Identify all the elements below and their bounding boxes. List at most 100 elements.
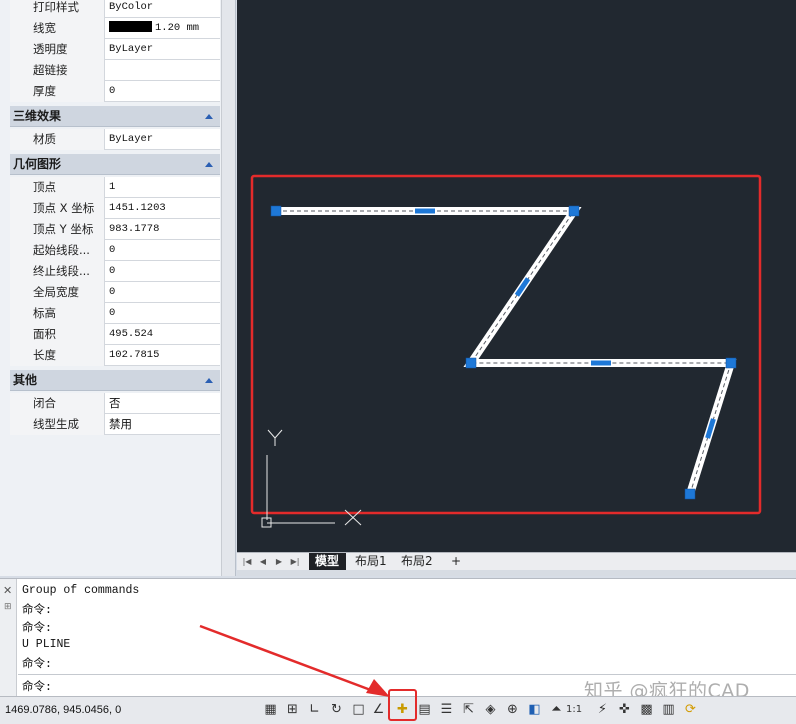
vertex-grip[interactable] <box>270 205 282 217</box>
collapse-icon[interactable] <box>205 114 213 119</box>
property-name: 闭合 <box>10 393 105 414</box>
vertex-grip[interactable] <box>684 488 696 500</box>
property-row[interactable]: 线型生成 禁用 <box>10 414 220 435</box>
property-value[interactable]: 495.524 <box>106 324 220 345</box>
property-value[interactable]: 0 <box>106 303 220 324</box>
section-title: 其他 <box>13 373 38 387</box>
calculator-icon[interactable]: ▥ <box>660 701 677 718</box>
property-row[interactable]: 透明度 ByLayer <box>10 39 220 60</box>
drawing-canvas[interactable] <box>237 0 796 552</box>
property-name: 透明度 <box>10 39 105 60</box>
drawing-svg[interactable] <box>237 0 796 552</box>
object-snap-tracking-icon[interactable]: ∠ <box>370 701 387 718</box>
properties-scrollbar[interactable] <box>221 0 235 576</box>
property-row[interactable]: 顶点 X 坐标 1451.1203 <box>10 198 220 219</box>
property-value[interactable]: 否 <box>106 393 220 414</box>
property-value[interactable]: 禁用 <box>106 414 220 435</box>
property-value[interactable]: 983.1778 <box>106 219 220 240</box>
property-value[interactable] <box>106 60 220 81</box>
command-history-line: 命令: <box>22 620 52 634</box>
property-row[interactable]: 超链接 <box>10 60 220 81</box>
annotation-scale-icon[interactable]: ⏶ <box>548 701 565 718</box>
property-row[interactable]: 终止线段... 0 <box>10 261 220 282</box>
property-section-header[interactable]: 几何图形 <box>10 154 220 175</box>
selected-polyline[interactable] <box>276 207 737 496</box>
property-value[interactable]: 0 <box>106 240 220 261</box>
viewport-icon[interactable]: ◧ <box>526 701 543 718</box>
canvas-horizontal-scrollbar[interactable] <box>237 570 796 576</box>
command-history-line: 命令: <box>22 602 52 616</box>
pin-icon[interactable]: ⊞ <box>4 601 12 612</box>
grid-display-icon[interactable]: ▦ <box>262 701 279 718</box>
annotation-scale-value[interactable]: 1:1 <box>566 701 582 718</box>
dynamic-input-icon[interactable]: ▤ <box>416 701 433 718</box>
tab-layout1[interactable]: 布局1 <box>349 553 394 570</box>
vertex-grip[interactable] <box>465 357 477 369</box>
property-row[interactable]: 长度 102.7815 <box>10 345 220 366</box>
close-icon[interactable]: ✕ <box>3 584 12 597</box>
property-row[interactable]: 材质 ByLayer <box>10 129 220 150</box>
properties-palette: 打印样式 ByColor 线宽 1.20 mm 透明度 ByLayer 超链接 厚度 0 三维效果… <box>0 0 236 576</box>
property-value[interactable]: ByLayer <box>106 39 220 60</box>
property-row[interactable]: 起始线段... 0 <box>10 240 220 261</box>
command-window-side-bar: ✕ ⊞ <box>0 579 17 697</box>
prev-tab-icon[interactable]: ◀ <box>257 556 269 568</box>
property-value[interactable]: 102.7815 <box>106 345 220 366</box>
property-name: 材质 <box>10 129 105 150</box>
first-tab-icon[interactable]: |◀ <box>241 556 253 568</box>
collapse-icon[interactable] <box>205 162 213 167</box>
property-row[interactable]: 顶点 Y 坐标 983.1778 <box>10 219 220 240</box>
property-value[interactable]: 0 <box>106 282 220 303</box>
property-name: 线宽 <box>10 18 105 39</box>
property-row[interactable]: 厚度 0 <box>10 81 220 102</box>
property-name: 厚度 <box>10 81 105 102</box>
property-value[interactable]: ByColor <box>106 0 220 18</box>
midpoint-grip[interactable] <box>591 360 611 366</box>
property-value[interactable]: 0 <box>106 81 220 102</box>
lineweight-swatch <box>109 21 152 32</box>
layers-icon[interactable]: ◈ <box>482 701 499 718</box>
tab-layout2[interactable]: 布局2 <box>395 553 440 570</box>
command-history-line: 命令: <box>22 656 52 670</box>
auto-scale-icon[interactable]: ✜ <box>616 701 633 718</box>
tab-model[interactable]: 模型 <box>309 553 347 570</box>
property-row[interactable]: 全局宽度 0 <box>10 282 220 303</box>
property-row[interactable]: 面积 495.524 <box>10 324 220 345</box>
collapse-icon[interactable] <box>205 378 213 383</box>
polar-tracking-icon[interactable]: ↻ <box>328 701 345 718</box>
property-name: 起始线段... <box>10 240 105 261</box>
object-snap-icon[interactable]: □ <box>350 701 367 718</box>
property-section-header[interactable]: 三维效果 <box>10 106 220 127</box>
property-value[interactable]: 1451.1203 <box>106 198 220 219</box>
property-name: 长度 <box>10 345 105 366</box>
hardware-acceleration-icon[interactable]: ▩ <box>638 701 655 718</box>
midpoint-grip[interactable] <box>415 208 435 214</box>
property-row[interactable]: 标高 0 <box>10 303 220 324</box>
property-row[interactable]: 打印样式 ByColor <box>10 0 220 18</box>
snap-mode-icon[interactable]: ⊞ <box>284 701 301 718</box>
last-tab-icon[interactable]: ▶| <box>289 556 301 568</box>
property-value[interactable]: 1.20 mm <box>106 18 220 39</box>
show-lineweight-icon[interactable]: ☰ <box>438 701 455 718</box>
command-history-line: U PLINE <box>22 638 71 651</box>
vertex-grip[interactable] <box>568 205 580 217</box>
property-name: 顶点 <box>10 177 105 198</box>
sync-icon[interactable]: ⟳ <box>682 701 699 718</box>
property-row[interactable]: 线宽 1.20 mm <box>10 18 220 39</box>
property-value[interactable]: ByLayer <box>106 129 220 150</box>
property-section-header[interactable]: 其他 <box>10 370 220 391</box>
property-row[interactable]: 顶点 1 <box>10 177 220 198</box>
next-tab-icon[interactable]: ▶ <box>273 556 285 568</box>
add-layout-tab[interactable]: + <box>445 553 468 570</box>
selection-cycling-icon[interactable]: ⇱ <box>460 701 477 718</box>
property-value[interactable]: 0 <box>106 261 220 282</box>
zoom-icon[interactable]: ⊕ <box>504 701 521 718</box>
ortho-mode-icon[interactable]: ∟ <box>306 701 323 718</box>
layout-tab-bar: |◀ ◀ ▶ ▶| 模型 布局1 布局2 + <box>237 552 796 570</box>
property-row[interactable]: 闭合否 <box>10 393 220 414</box>
property-value[interactable]: 1 <box>106 177 220 198</box>
vertex-grip[interactable] <box>725 357 737 369</box>
property-name: 面积 <box>10 324 105 345</box>
section-title: 几何图形 <box>13 157 62 171</box>
annotation-visibility-icon[interactable]: ⚡ <box>594 701 611 718</box>
